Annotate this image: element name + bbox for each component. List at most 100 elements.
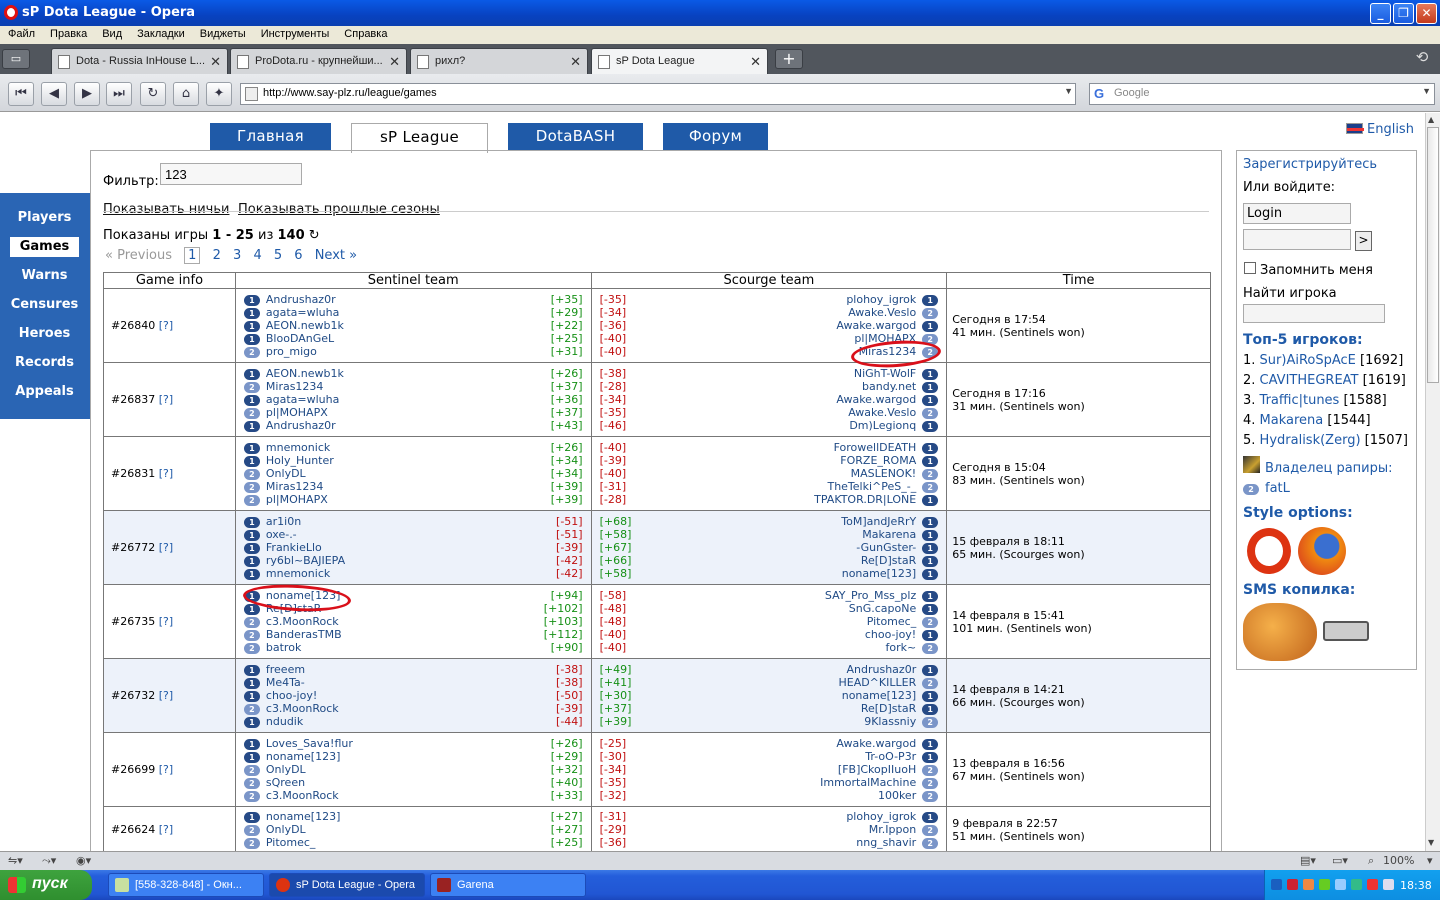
player-name[interactable]: Awake.wargod: [836, 737, 916, 750]
player-name[interactable]: fork~: [886, 641, 917, 654]
top-player-name[interactable]: Makarena: [1260, 413, 1324, 428]
player-name[interactable]: 9Klassniy: [864, 715, 916, 728]
tab-rikhl[interactable]: рихл? ✕: [410, 48, 588, 74]
tray-arrow-icon[interactable]: [1271, 879, 1282, 890]
player-name[interactable]: FrankieLlo: [266, 541, 322, 554]
player-name[interactable]: -GunGster-: [856, 541, 916, 554]
search-field[interactable]: G Google ▼: [1089, 83, 1435, 105]
piggy-bank-icon[interactable]: [1243, 603, 1317, 661]
menu-help[interactable]: Справка: [336, 26, 394, 40]
player-name[interactable]: Re[D]staR: [861, 702, 916, 715]
menu-tools[interactable]: Инструменты: [253, 26, 337, 40]
player-name[interactable]: pl|MOHAPX: [266, 406, 328, 419]
tab-close-icon[interactable]: ✕: [570, 54, 581, 70]
player-name[interactable]: ry6bl~BAJIEPA: [266, 554, 345, 567]
back-icon[interactable]: ◀: [41, 82, 67, 106]
start-button[interactable]: пуск: [0, 870, 92, 900]
player-name[interactable]: Awake.Veslo: [848, 406, 916, 419]
tab-close-icon[interactable]: ✕: [389, 54, 400, 70]
player-name[interactable]: oxe-.-: [266, 528, 297, 541]
game-details-link[interactable]: [?]: [159, 319, 173, 332]
player-name[interactable]: Holy_Hunter: [266, 454, 334, 467]
game-id[interactable]: #26840: [111, 319, 155, 332]
game-id[interactable]: #26732: [111, 689, 155, 702]
player-name[interactable]: agata=wluha: [266, 393, 339, 406]
player-name[interactable]: 100ker: [878, 789, 916, 802]
tab-prodota[interactable]: ProDota.ru - крупнейши... ✕: [230, 48, 407, 74]
register-link[interactable]: Зарегистрируйтесь: [1243, 157, 1377, 172]
menu-file[interactable]: Файл: [0, 26, 42, 40]
task-opera[interactable]: sP Dota League - Opera: [269, 873, 425, 897]
player-name[interactable]: noname[123]: [842, 567, 916, 580]
game-id[interactable]: #26735: [111, 615, 155, 628]
player-name[interactable]: Tr-oO-P3r: [865, 750, 916, 763]
player-name[interactable]: noname[123]: [266, 810, 340, 823]
player-name[interactable]: ImmortalMachine: [820, 776, 916, 789]
player-name[interactable]: BlooDAnGeL: [266, 332, 334, 345]
language-switch[interactable]: English: [1346, 122, 1414, 137]
trash-icon[interactable]: ⟲: [1408, 48, 1436, 70]
player-name[interactable]: noname[123]: [842, 689, 916, 702]
vertical-scrollbar[interactable]: ▲ ▼: [1425, 113, 1440, 851]
game-details-link[interactable]: [?]: [159, 467, 173, 480]
player-name[interactable]: SnG.capoNe: [849, 602, 916, 615]
player-name[interactable]: noname[123]: [266, 750, 340, 763]
pager-next[interactable]: Next »: [315, 248, 357, 263]
player-name[interactable]: c3.MoonRock: [266, 702, 339, 715]
tray-keyboard-icon[interactable]: [1383, 879, 1394, 890]
password-input[interactable]: [1243, 229, 1351, 250]
player-name[interactable]: TheTelki^PeS_-_: [827, 480, 916, 493]
player-name[interactable]: batrok: [266, 641, 301, 654]
maximize-button[interactable]: ❐: [1393, 3, 1414, 24]
tray-antivirus-icon[interactable]: [1367, 879, 1378, 890]
task-notepad[interactable]: [558-328-848] - Окн...: [108, 873, 264, 897]
top-player-name[interactable]: Sur)AiRoSpAcE: [1260, 353, 1356, 368]
find-player-input[interactable]: [1243, 304, 1385, 323]
filter-input[interactable]: [160, 163, 302, 185]
chevron-down-icon[interactable]: ▼: [1064, 86, 1073, 96]
tab-close-icon[interactable]: ✕: [750, 54, 761, 70]
tray-app-icon[interactable]: [1287, 879, 1298, 890]
nav-appeals[interactable]: Appeals: [10, 382, 79, 402]
menu-widgets[interactable]: Виджеты: [192, 26, 253, 40]
turbo-icon[interactable]: ◉▾: [76, 854, 91, 867]
zoom-level[interactable]: 100%: [1383, 854, 1414, 867]
site-tab-forum[interactable]: Форум: [663, 123, 768, 151]
task-garena[interactable]: Garena: [430, 873, 586, 897]
player-name[interactable]: nng_shavir: [856, 836, 916, 849]
player-name[interactable]: Pitomec_: [266, 836, 316, 849]
login-input[interactable]: [1243, 203, 1351, 224]
player-name[interactable]: OnlyDL: [266, 823, 306, 836]
player-name[interactable]: AEON.newb1k: [266, 367, 344, 380]
player-name[interactable]: TPAKTOR.DR|LONE: [814, 493, 916, 506]
player-name[interactable]: ndudik: [266, 715, 303, 728]
player-name[interactable]: BanderasTMB: [266, 628, 342, 641]
pager-page-3[interactable]: 3: [233, 248, 241, 263]
player-name[interactable]: sQreen: [266, 776, 305, 789]
rapier-owner-name[interactable]: fatL: [1265, 481, 1290, 496]
player-name[interactable]: Awake.wargod: [836, 319, 916, 332]
nav-records[interactable]: Records: [10, 353, 79, 373]
tab-close-icon[interactable]: ✕: [210, 54, 221, 70]
show-draws-link[interactable]: Показывать ничьи: [103, 202, 229, 217]
player-name[interactable]: ar1i0n: [266, 515, 301, 528]
login-submit-button[interactable]: >: [1355, 231, 1372, 251]
player-name[interactable]: mnemonick: [266, 441, 330, 454]
display-icon[interactable]: ▭▾: [1332, 854, 1348, 867]
pager-page-4[interactable]: 4: [253, 248, 261, 263]
player-name[interactable]: Awake.Veslo: [848, 306, 916, 319]
fast-forward-icon[interactable]: ⏭: [106, 82, 132, 106]
remember-checkbox[interactable]: [1244, 262, 1256, 274]
player-name[interactable]: Loves_Sava!flur: [266, 737, 353, 750]
tab-dota-russia[interactable]: Dota - Russia InHouse L... ✕: [51, 48, 228, 74]
tray-app-icon[interactable]: [1351, 879, 1362, 890]
tray-app-icon[interactable]: [1319, 879, 1330, 890]
top-player-name[interactable]: CAVITHEGREAT: [1260, 373, 1359, 388]
top-player-name[interactable]: Traffic|tunes: [1260, 393, 1340, 408]
chevron-down-icon[interactable]: ▼: [1422, 86, 1431, 96]
game-id[interactable]: #26837: [111, 393, 155, 406]
player-name[interactable]: Andrushaz0r: [266, 293, 336, 306]
show-past-seasons-link[interactable]: Показывать прошлые сезоны: [238, 202, 440, 217]
wand-icon[interactable]: ✦: [206, 82, 232, 106]
player-name[interactable]: HEAD^KILLER: [838, 676, 916, 689]
